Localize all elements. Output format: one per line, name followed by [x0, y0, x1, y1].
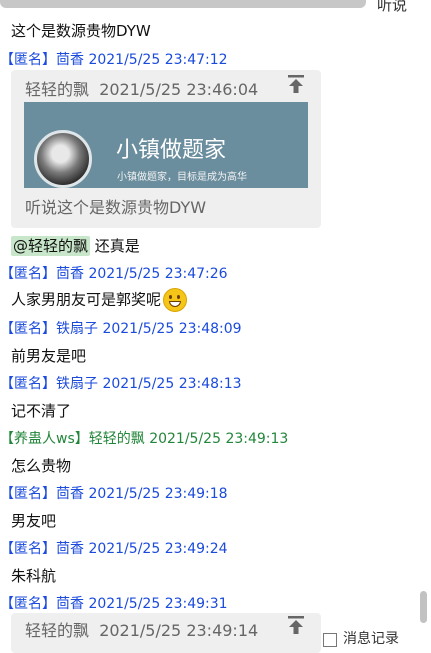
quote-time: 2021/5/25 23:49:14 — [99, 621, 259, 640]
message-header: 【匿名】茴香 2021/5/25 23:47:26 — [0, 263, 228, 283]
sender-name[interactable]: 茴香 — [56, 541, 84, 557]
sender-name[interactable]: 茴香 — [56, 266, 84, 282]
quote-text: 听说这个是数源贵物DYW — [25, 198, 207, 217]
previous-quote-partial-text: 听说 — [376, 0, 407, 14]
quote-author: 轻轻的飘 — [25, 621, 90, 640]
timestamp: 2021/5/25 23:49:24 — [88, 541, 228, 557]
user-tag: 【匿名】 — [0, 596, 56, 612]
reply-message: @轻轻的飘 还真是 — [11, 235, 140, 256]
quote-header: 轻轻的飘 2021/5/25 23:49:14 — [25, 617, 258, 641]
reply-text: 还真是 — [90, 237, 140, 255]
timestamp: 2021/5/25 23:48:09 — [102, 321, 242, 337]
quoted-message[interactable]: 轻轻的飘 2021/5/25 23:49:14 — [11, 613, 321, 653]
message-body: 人家男朋友可是郭奖呢 — [11, 290, 162, 309]
user-tag: 【匿名】 — [0, 541, 56, 557]
message-record-checkbox[interactable] — [323, 633, 337, 647]
message-header: 【匿名】茴香 2021/5/25 23:49:31 — [0, 593, 228, 613]
message-text: 记不清了 — [11, 402, 72, 420]
timestamp: 2021/5/25 23:47:12 — [88, 52, 228, 68]
jump-to-original-icon[interactable] — [287, 74, 305, 94]
user-tag: 【匿名】 — [0, 376, 56, 392]
user-tag: 【匿名】 — [0, 486, 56, 502]
timestamp: 2021/5/25 23:49:18 — [88, 486, 228, 502]
quote-time: 2021/5/25 23:46:04 — [99, 80, 259, 99]
message-header: 【养蛊人ws】轻轻的飘 2021/5/25 23:49:13 — [0, 428, 288, 448]
message-text: 朱科航 — [11, 567, 57, 585]
timestamp: 2021/5/25 23:49:31 — [88, 596, 228, 612]
timestamp: 2021/5/25 23:49:13 — [149, 431, 289, 447]
sender-name[interactable]: 铁扇子 — [56, 376, 98, 392]
sender-name[interactable]: 茴香 — [56, 596, 84, 612]
message-header: 【匿名】铁扇子 2021/5/25 23:48:13 — [0, 373, 242, 393]
user-tag: 【匿名】 — [0, 52, 56, 68]
card-title: 小镇做题家 — [116, 138, 227, 163]
message-header: 【匿名】茴香 2021/5/25 23:49:24 — [0, 538, 228, 558]
message-header: 【匿名】铁扇子 2021/5/25 23:48:09 — [0, 318, 242, 338]
timestamp: 2021/5/25 23:48:13 — [102, 376, 242, 392]
message-text: 男友吧 — [11, 512, 57, 530]
previous-quote-bottom-edge — [0, 0, 366, 8]
message-header: 【匿名】茴香 2021/5/25 23:47:12 — [0, 49, 228, 69]
link-card[interactable]: 小镇做题家 小镇做题家，目标是成为高华 — [24, 102, 308, 188]
jump-to-original-icon[interactable] — [287, 615, 305, 635]
timestamp: 2021/5/25 23:47:26 — [88, 266, 228, 282]
message-text: 怎么贵物 — [11, 457, 72, 475]
quote-author: 轻轻的飘 — [25, 80, 90, 99]
message-text: 这个是数源贵物DYW — [11, 22, 151, 40]
avatar — [34, 130, 92, 188]
user-tag: 【匿名】 — [0, 321, 56, 337]
sender-name[interactable]: 茴香 — [56, 486, 84, 502]
sender-name[interactable]: 铁扇子 — [56, 321, 98, 337]
message-header: 【匿名】茴香 2021/5/25 23:49:18 — [0, 483, 228, 503]
scrollbar-thumb[interactable] — [420, 591, 427, 623]
user-tag: 【匿名】 — [0, 266, 56, 282]
message-text: 前男友是吧 — [11, 347, 87, 365]
sender-name[interactable]: 茴香 — [56, 52, 84, 68]
quote-header: 轻轻的飘 2021/5/25 23:46:04 — [25, 76, 258, 100]
quoted-message[interactable]: 轻轻的飘 2021/5/25 23:46:04 小镇做题家 小镇做题家，目标是成… — [11, 70, 321, 228]
grinning-face-emoji-icon — [163, 288, 188, 312]
sender-name[interactable]: 轻轻的飘 — [89, 431, 145, 447]
mention-tag[interactable]: @轻轻的飘 — [11, 236, 91, 256]
user-tag: 【养蛊人ws】 — [0, 431, 89, 447]
card-subtitle: 小镇做题家，目标是成为高华 — [117, 172, 247, 183]
checkbox-label: 消息记录 — [343, 631, 399, 647]
message-text: 人家男朋友可是郭奖呢 — [11, 288, 188, 312]
